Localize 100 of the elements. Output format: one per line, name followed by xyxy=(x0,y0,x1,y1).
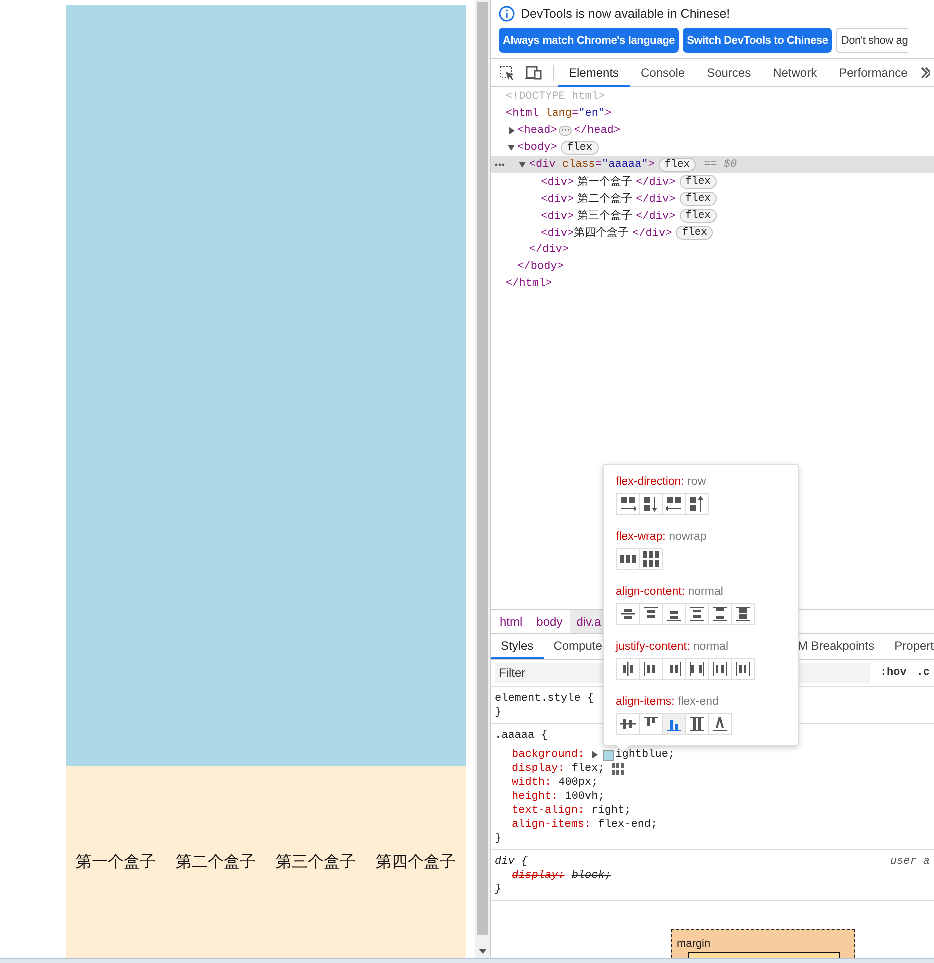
flex-badge[interactable]: flex xyxy=(680,208,717,222)
inspect-icon[interactable] xyxy=(499,64,515,80)
flex-badge[interactable]: flex xyxy=(676,226,714,240)
dom-row[interactable]: </html> xyxy=(491,275,934,292)
layout-option[interactable] xyxy=(662,603,686,625)
css-property[interactable]: display: xyxy=(512,763,565,775)
expand-arrow-icon[interactable] xyxy=(508,126,515,134)
scroll-down-icon[interactable] xyxy=(478,949,486,954)
html-code: </html> xyxy=(506,278,552,290)
dom-row[interactable]: <head> ⋯ </head> xyxy=(491,122,934,139)
layout-option[interactable] xyxy=(639,658,663,680)
css-value[interactable]: ightblue; xyxy=(616,749,676,761)
css-value[interactable]: 400px; xyxy=(558,777,598,789)
css-value[interactable]: flex; xyxy=(572,763,605,775)
layout-option[interactable] xyxy=(639,713,663,735)
dom-row[interactable]: <div class="aaaaa"> flex == $0 xyxy=(491,156,934,173)
flex-badge[interactable]: flex xyxy=(561,140,599,154)
notice-button[interactable]: Don't show ag xyxy=(836,28,908,53)
box-text: 第三个盒子 xyxy=(275,852,357,872)
dom-row[interactable]: <body> flex xyxy=(491,139,934,156)
css-value[interactable]: 100vh; xyxy=(565,791,605,803)
css-value[interactable]: block; xyxy=(572,870,612,882)
css-value[interactable]: right; xyxy=(592,805,632,817)
css-property[interactable]: width: xyxy=(512,777,552,789)
css-selector: element.style { xyxy=(495,693,594,705)
css-value[interactable]: flex-end; xyxy=(598,819,658,831)
layout-option[interactable] xyxy=(662,493,686,515)
panel-tab[interactable]: Network xyxy=(762,58,828,86)
dom-row[interactable]: <div> 第二个盒子 </div> flex xyxy=(491,190,934,207)
scrollbar[interactable] xyxy=(475,0,490,958)
more-tabs-icon[interactable] xyxy=(920,66,930,78)
html-code: <div> 第二个盒子 </div> xyxy=(541,191,676,206)
layout-option[interactable] xyxy=(731,658,755,680)
flex-badge[interactable]: flex xyxy=(658,158,696,172)
flexbox-editor-icon[interactable] xyxy=(610,762,625,776)
flex-property-label: align-items: flex-end xyxy=(616,696,720,710)
filter-toggle[interactable]: .c xyxy=(916,667,930,679)
expand-arrow-icon[interactable] xyxy=(592,751,598,759)
notice-button[interactable]: Always match Chrome's language xyxy=(499,28,680,53)
layout-option[interactable] xyxy=(639,493,663,515)
more-dots-icon[interactable] xyxy=(495,163,505,167)
layout-option[interactable] xyxy=(639,603,663,625)
layout-option[interactable] xyxy=(662,658,686,680)
breadcrumb[interactable]: html xyxy=(493,610,530,633)
layout-option[interactable] xyxy=(685,658,709,680)
dom-row[interactable]: <div> 第一个盒子 </div> flex xyxy=(491,173,934,190)
dom-row[interactable]: <div>第四个盒子 </div> flex xyxy=(491,224,934,241)
dom-row[interactable]: </body> xyxy=(491,258,934,275)
layout-option[interactable] xyxy=(685,493,709,515)
layout-option[interactable] xyxy=(616,548,640,570)
sidebar-tab[interactable]: Propert xyxy=(884,634,934,659)
collapse-arrow-icon[interactable] xyxy=(508,144,515,152)
panel-tab[interactable]: Performance xyxy=(828,58,919,86)
css-property[interactable]: background: xyxy=(512,749,585,761)
flex-property-label: align-content: normal xyxy=(616,586,724,600)
ellipsis-button[interactable]: ⋯ xyxy=(559,126,572,136)
layout-option[interactable] xyxy=(616,658,640,680)
css-property[interactable]: align-items: xyxy=(512,819,592,831)
collapse-arrow-icon[interactable] xyxy=(519,160,526,168)
box-text: 第二个盒子 xyxy=(175,852,257,872)
layout-option[interactable] xyxy=(731,603,755,625)
layout-option[interactable] xyxy=(616,603,640,625)
css-property[interactable]: display: xyxy=(512,870,565,882)
color-swatch[interactable] xyxy=(602,750,614,760)
dom-row[interactable]: <div> 第三个盒子 </div> flex xyxy=(491,207,934,224)
panel-tab[interactable]: Elements xyxy=(558,58,630,86)
flex-layout-icon xyxy=(620,716,636,732)
css-brace: } xyxy=(495,833,502,845)
flex-property-label: justify-content: normal xyxy=(616,641,730,655)
rule-origin[interactable]: user a xyxy=(890,856,930,868)
sidebar-tab[interactable]: Styles xyxy=(491,634,544,659)
flex-layout-icon xyxy=(712,661,728,677)
css-property[interactable]: text-align: xyxy=(512,805,585,817)
dom-row[interactable]: <html lang="en"> xyxy=(491,105,934,122)
html-code: </body> xyxy=(518,260,564,272)
layout-option[interactable] xyxy=(662,713,686,735)
flex-layout-icon xyxy=(643,496,659,512)
flex-badge[interactable]: flex xyxy=(680,192,717,206)
layout-option[interactable] xyxy=(616,493,640,515)
dom-row[interactable]: </div> xyxy=(491,241,934,258)
layout-option[interactable] xyxy=(685,713,709,735)
breadcrumb[interactable]: body xyxy=(530,610,570,633)
flex-badge[interactable]: flex xyxy=(680,174,717,188)
layout-option[interactable] xyxy=(708,713,732,735)
flex-layout-icon xyxy=(712,716,728,732)
layout-option[interactable] xyxy=(685,603,709,625)
layout-option[interactable] xyxy=(639,548,663,570)
layout-option[interactable] xyxy=(708,603,732,625)
css-property[interactable]: height: xyxy=(512,791,558,803)
flex-layout-icon xyxy=(620,661,636,677)
html-code: </div> xyxy=(529,244,569,256)
filter-toggle[interactable]: :hov xyxy=(880,667,907,679)
notice-button[interactable]: Switch DevTools to Chinese xyxy=(683,28,832,53)
panel-tab[interactable]: Console xyxy=(630,58,696,86)
html-code: <html lang="en"> xyxy=(506,108,612,120)
layout-option[interactable] xyxy=(616,713,640,735)
device-icon[interactable] xyxy=(525,64,543,80)
panel-tab[interactable]: Sources xyxy=(696,58,762,86)
html-code: <div> 第三个盒子 </div> xyxy=(541,208,676,223)
layout-option[interactable] xyxy=(708,658,732,680)
